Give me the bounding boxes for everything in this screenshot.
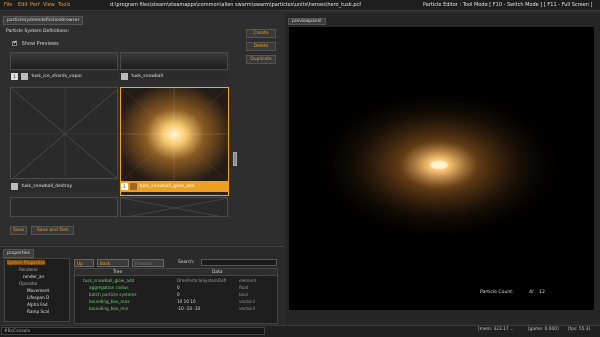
show-previews-toggle[interactable]: ✔ Show Previews [12,40,59,47]
tree-item[interactable]: Operator [19,281,38,286]
tree-item[interactable]: Lifespan D [27,295,49,300]
thumbnail-name: tusk_ice_shards_vapor [31,74,83,79]
thumbnail-marker [21,73,28,80]
row-type: vector3 [239,306,255,311]
check-icon: ✔ [13,40,18,46]
properties-grid[interactable]: Tree Data tusk_snowball_glow_add DmePart… [74,268,278,324]
menu-edit[interactable]: Edit [18,2,28,8]
search-label: Search: [178,260,195,265]
properties-tree[interactable]: System Properties Renderer render_an Ope… [4,258,70,322]
row-data[interactable]: 0 [177,292,180,297]
particle-count: Particle Count: 4/ 12 [480,290,545,295]
row-tree[interactable]: batch particle systems [89,292,137,297]
row-type: vector3 [239,299,255,304]
tree-item[interactable]: Movement [27,288,49,293]
thumbnail-index: 1 [121,183,128,190]
menu-file[interactable]: File [4,2,12,8]
thumbnail-marker [121,73,128,80]
row-data[interactable]: 0 [177,285,180,290]
thumbnail-snowball-destroy[interactable] [10,87,118,179]
particle-count-value: 4/ [529,290,534,295]
save-button[interactable]: Save [10,226,27,235]
tree-item[interactable]: Alpha Fad [27,302,48,307]
tab-preview[interactable]: previewpanel [288,18,326,25]
menu-tools[interactable]: Tools [58,2,70,8]
thumbnail-partial[interactable] [120,197,228,217]
row-data[interactable]: DmeParticleSystemDefi [177,278,226,283]
row-tree[interactable]: tusk_snowball_glow_add [83,278,134,283]
row-type: float [239,285,249,290]
thumbnail-index: 1 [11,73,18,80]
thumbnail-label[interactable]: tusk_snowball_destroy [10,181,118,192]
game-stat: [game: 0.000] [528,327,559,332]
save-and-test-button[interactable]: Save and Test [31,226,74,235]
delete-button[interactable]: Delete [246,42,276,51]
row-data[interactable]: -10 -10 -10 [177,306,200,311]
thumbnail-snowball[interactable] [120,52,228,70]
console-input[interactable]: #BxConsole [1,327,265,335]
row-type: element [239,278,257,283]
column-header-tree[interactable]: Tree [113,270,122,275]
particle-glow [309,85,569,245]
thumbnail-label[interactable]: tusk_snowball [120,72,228,81]
empty-preview-grid [11,88,117,178]
column-header-data[interactable]: Data [212,270,222,275]
empty-preview-grid [121,198,227,216]
thumbnail-name: tusk_snowball_destroy [21,184,73,189]
thumbnail-partial[interactable] [10,197,118,217]
thumbnail-marker [130,183,137,190]
menu-bar: File Edit Perf View Tools d:\program fil… [0,0,600,11]
particle-count-max: 12 [539,290,545,295]
forward-dropdown[interactable]: Forward [132,259,164,267]
preview-viewport[interactable] [289,27,594,310]
file-path-title: d:\program files\steam\steamapps\common\… [110,2,362,8]
show-previews-checkbox[interactable]: ✔ [12,40,18,46]
row-tree[interactable]: bounding_box_max [89,299,130,304]
thumbnail-snowball-glow-add[interactable] [120,87,229,196]
tab-properties[interactable]: properties [3,249,34,258]
row-data[interactable]: 10 10 10 [177,299,196,304]
glow-preview [120,87,229,182]
thumbnail-name: tusk_snowball [131,74,163,79]
thumbnail-name: tusk_snowball_glow_add [139,184,195,189]
row-type: bool [239,292,248,297]
definitions-label: Particle System Definitions: [6,29,70,34]
thumbnail-label-selected[interactable]: 1 tusk_snowball_glow_add [120,181,229,192]
grid-header [75,269,277,276]
particle-count-label: Particle Count: [480,290,514,295]
back-dropdown[interactable]: Back [97,259,129,267]
show-previews-label: Show Previews [21,41,59,47]
thumbnail-ice-shards-vapor[interactable] [10,52,118,70]
tree-item[interactable]: Renderer [19,267,38,272]
tree-item[interactable]: Ramp Scal [27,309,49,314]
tree-item[interactable]: System Properties [7,260,46,265]
console-label: #BxConsole [4,329,31,334]
duplicate-button[interactable]: Duplicate [246,55,276,64]
thumbnail-label[interactable]: 1 tusk_ice_shards_vapor [10,72,118,81]
menu-view[interactable]: View [43,2,55,8]
row-tree[interactable]: aggregation radius [89,285,129,290]
mem-stat: [mem: 323.17 ... [478,327,515,332]
thumbnail-marker [11,183,18,190]
up-button[interactable]: Up [74,259,94,267]
search-input[interactable] [201,259,277,266]
create-button[interactable]: Create [246,29,276,38]
tab-particle-browser[interactable]: particlesystemdefinitionbrowser [3,16,84,25]
browser-scrollbar-thumb[interactable] [233,152,237,166]
mode-title: Particle Editor : Tool Mode [ F10 - Swit… [423,2,593,8]
row-tree[interactable]: bounding_box_min [89,306,128,311]
fps-stat: [fps: 55.3] [568,327,591,332]
menu-perf[interactable]: Perf [30,2,40,8]
tree-item[interactable]: render_an [23,274,44,279]
